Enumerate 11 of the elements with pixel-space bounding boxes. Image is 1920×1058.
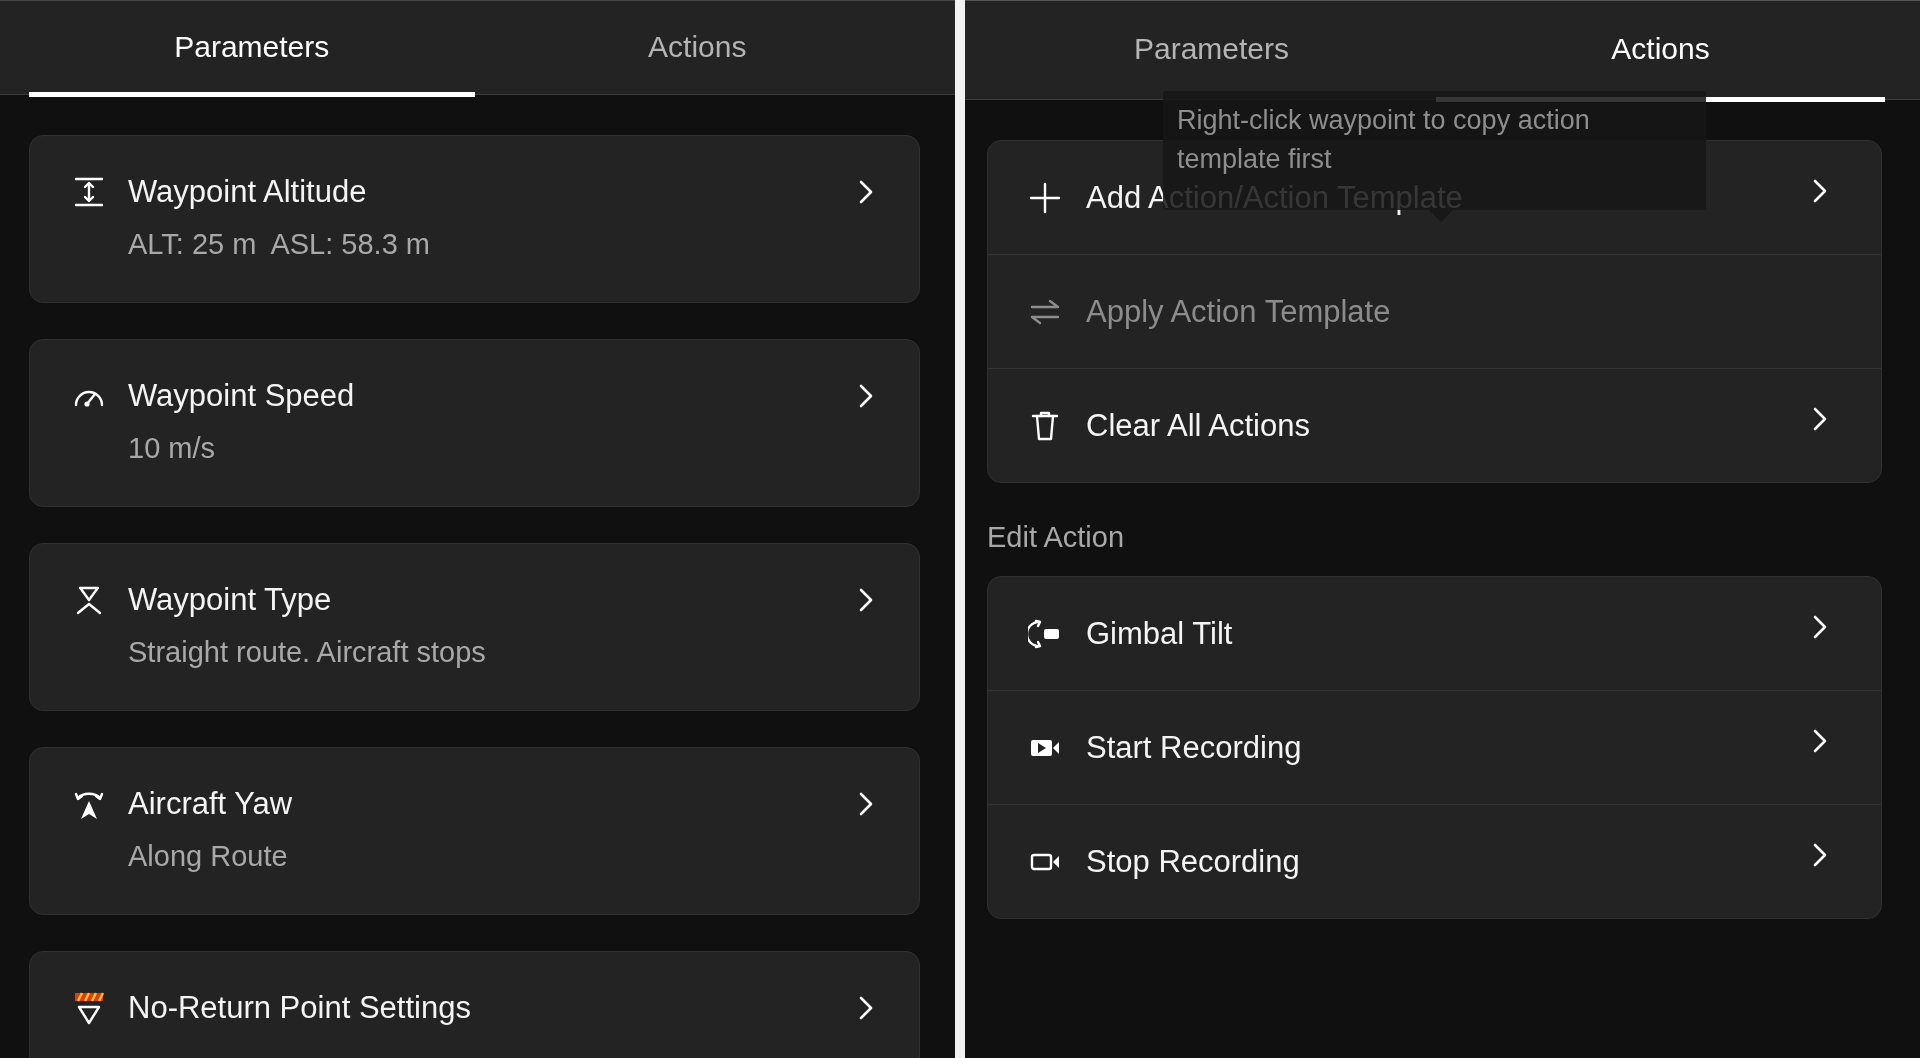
setting-value: Along Route [128,840,288,873]
setting-value: Straight route. Aircraft stops [128,636,486,669]
card-title: No-Return Point Settings [128,990,472,1026]
card-title: Waypoint Type [128,582,333,618]
setting-value: ALT: 25 m [128,228,257,261]
card-title: Waypoint Speed [128,378,356,414]
card-title: Aircraft Yaw [128,786,294,822]
card-title: Waypoint Altitude [128,174,368,210]
setting-value: 10 m/s [128,432,216,465]
section-title: Edit Action [987,521,1126,554]
setting-value: ASL: 58.3 m [270,228,430,261]
